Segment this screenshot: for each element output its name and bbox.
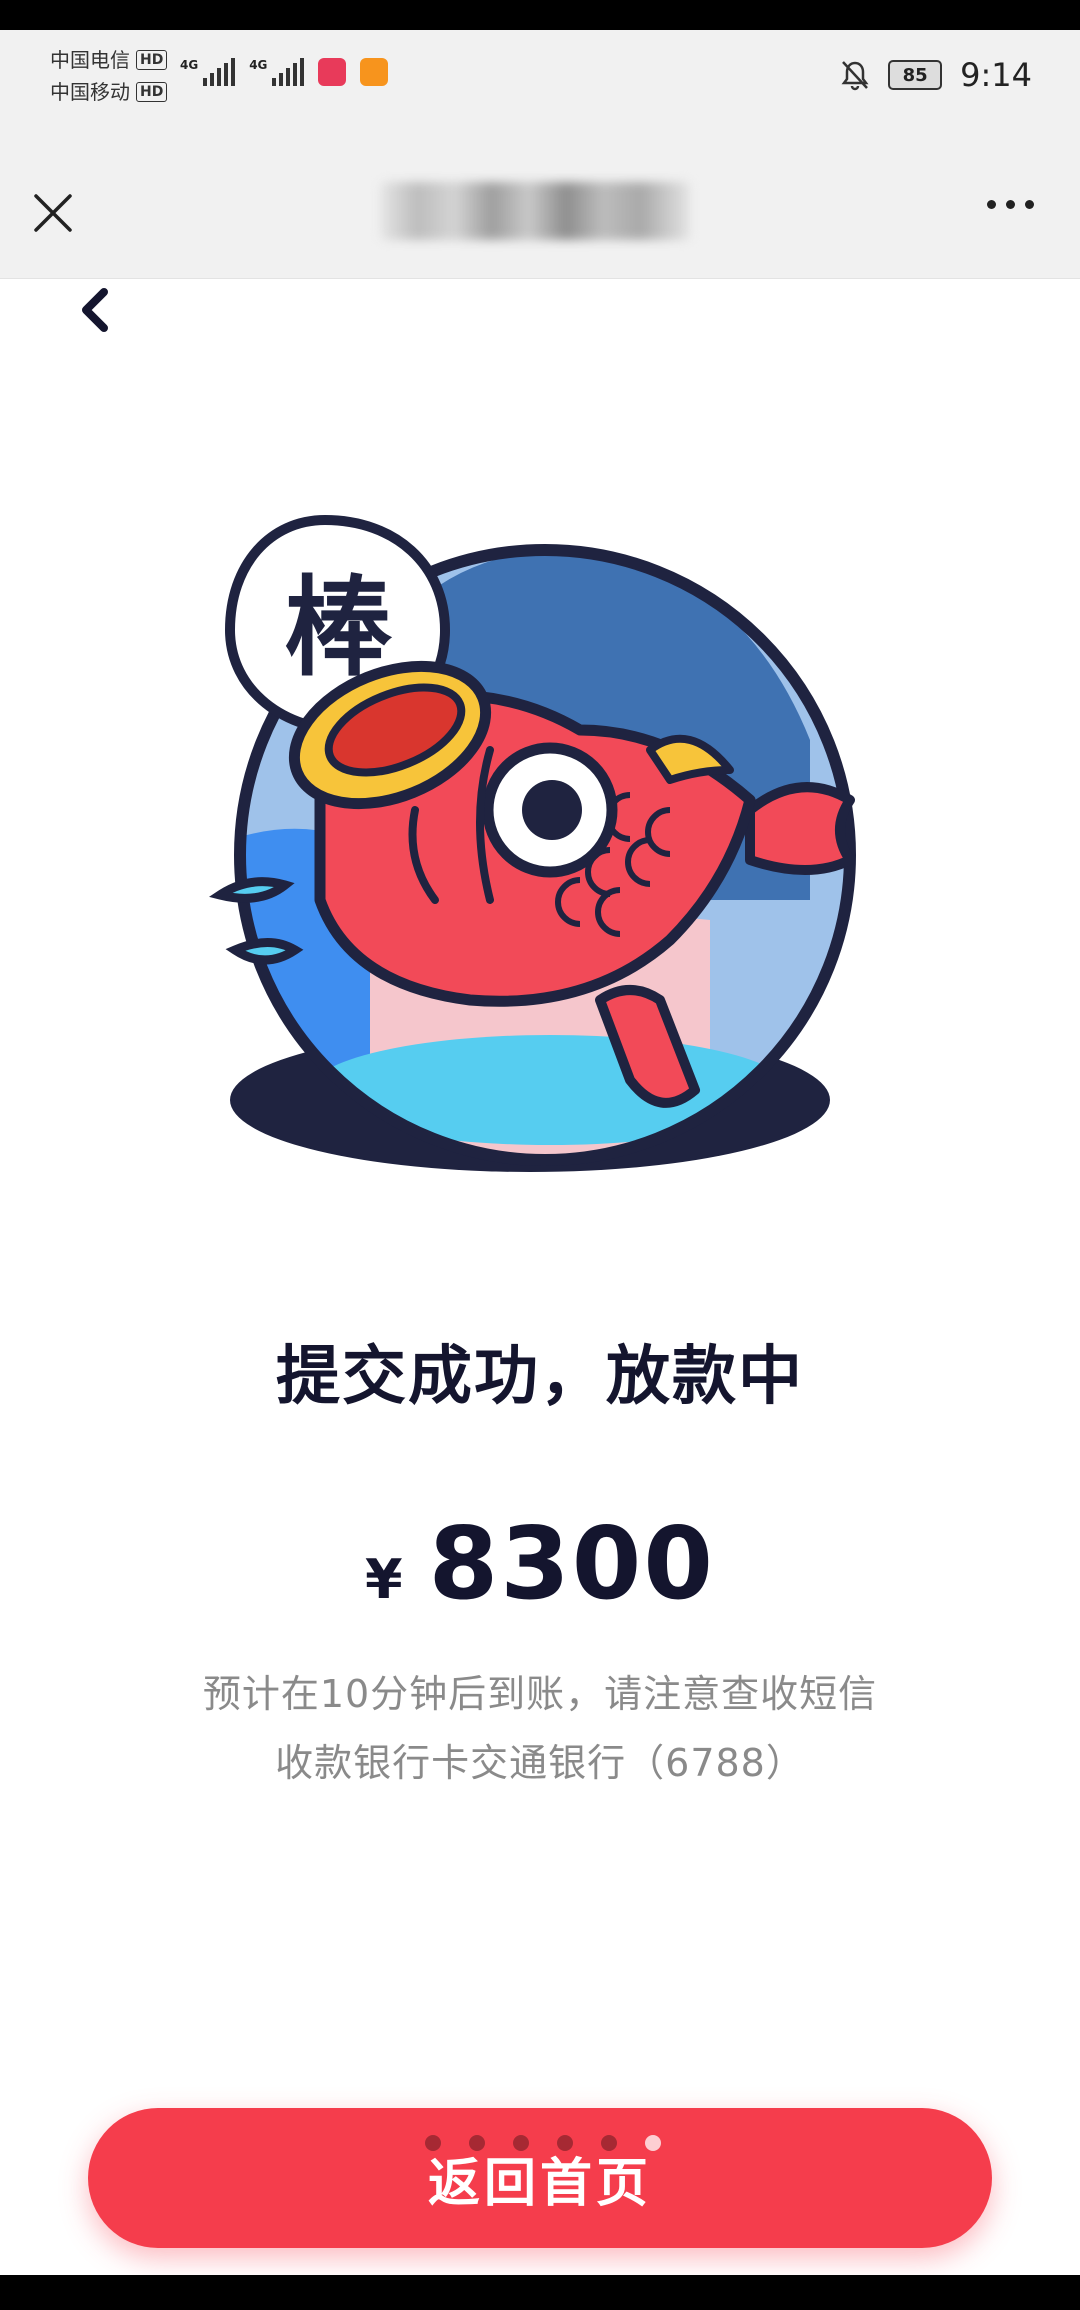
page-dot (601, 2135, 617, 2151)
carrier-row-1: 中国电信 HD (50, 44, 168, 76)
signal-indicators: 4G 4G (180, 58, 389, 86)
koi-fish-mascot-illustration: 棒 (209, 514, 856, 1172)
carrier-info: 中国电信 HD 中国移动 HD (50, 44, 168, 108)
status-right: 85 9:14 (840, 56, 1032, 94)
back-arrow-icon[interactable] (70, 280, 120, 340)
more-options-icon[interactable] (987, 200, 1034, 209)
close-icon[interactable] (30, 190, 76, 236)
page-dot (513, 2135, 529, 2151)
notification-app-icon-2 (360, 58, 389, 86)
notification-app-icon-1 (318, 58, 347, 86)
page-indicator-dots (425, 2135, 661, 2151)
page-dot-active (645, 2135, 661, 2151)
status-bar: 中国电信 HD 中国移动 HD 4G 4G 85 9:14 (0, 30, 1080, 130)
receiving-bank-card-text: 收款银行卡交通银行（6788） (275, 1741, 805, 1785)
hd-badge-2: HD (136, 82, 168, 102)
carrier-name-2: 中国移动 (50, 80, 130, 104)
network-type-1: 4G (180, 58, 199, 72)
arrival-estimate-text: 预计在10分钟后到账，请注意查收短信 (202, 1672, 878, 1716)
hd-badge-1: HD (136, 50, 168, 70)
page-title: 提交成功，放款中 (276, 1340, 804, 1414)
network-type-2: 4G (249, 58, 268, 72)
blurred-page-title (380, 182, 690, 240)
page-dot (469, 2135, 485, 2151)
signal-2-icon: 4G (249, 58, 305, 86)
page-dot (557, 2135, 573, 2151)
carrier-row-2: 中国移动 HD (50, 76, 168, 108)
browser-header (0, 130, 1080, 279)
amount-display: ¥ 8300 (0, 1505, 1080, 1622)
loan-amount: 8300 (428, 1505, 715, 1622)
return-home-button[interactable]: 返回首页 (88, 2108, 992, 2248)
currency-symbol: ¥ (365, 1548, 403, 1611)
mute-bell-icon (841, 61, 869, 91)
signal-1-icon: 4G (180, 58, 236, 86)
phone-screen: 中国电信 HD 中国移动 HD 4G 4G 85 9:14 棒 提交成功，放款中… (0, 30, 1080, 2275)
page-dot (425, 2135, 441, 2151)
battery-icon: 85 (888, 60, 943, 90)
clock: 9:14 (960, 56, 1032, 94)
carrier-name-1: 中国电信 (50, 48, 130, 72)
